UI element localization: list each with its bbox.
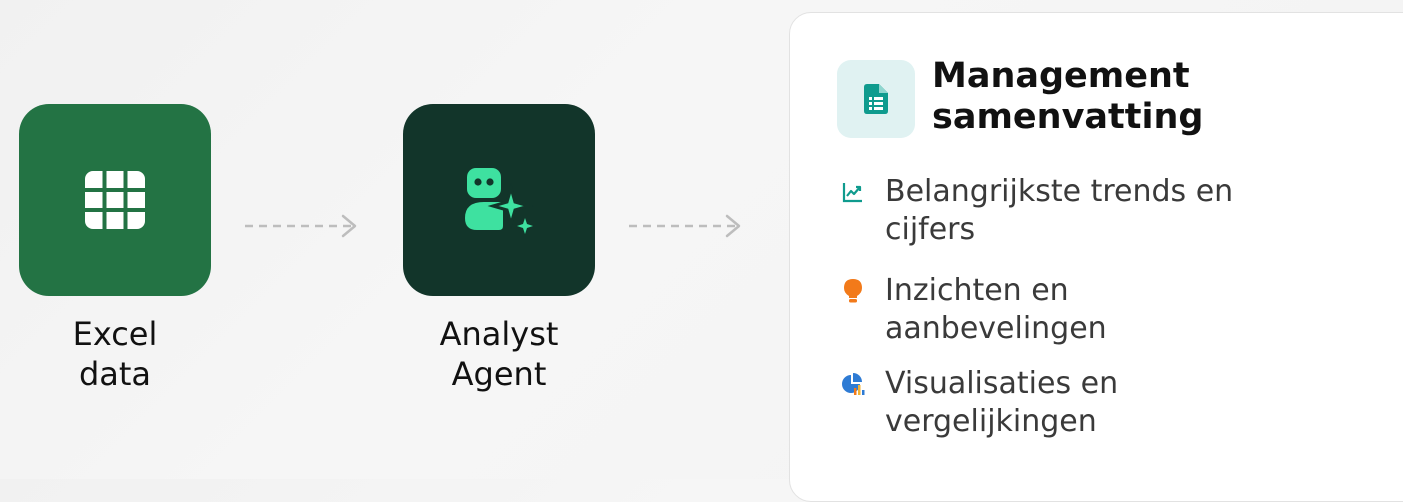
robot-sparkle-icon xyxy=(465,168,535,234)
analyst-agent-label: Analyst Agent xyxy=(403,314,595,394)
lightbulb-icon xyxy=(838,276,868,306)
trend-chart-icon xyxy=(838,177,868,207)
document-icon-tile xyxy=(837,60,915,138)
excel-data-node xyxy=(19,104,211,296)
agent-label-line-1: Analyst xyxy=(439,315,559,353)
bullet-trends-line-1: Belangrijkste trends en xyxy=(885,174,1234,209)
excel-label-line-2: data xyxy=(78,355,152,393)
bullet-visualizations-line-1: Visualisaties en xyxy=(885,366,1119,401)
card-title: Management samenvatting xyxy=(932,56,1392,138)
bullet-insights-line-1: Inzichten en xyxy=(885,273,1069,308)
flow-arrow-1 xyxy=(245,214,357,238)
excel-data-label: Excel data xyxy=(19,314,211,394)
flow-arrow-2 xyxy=(629,214,741,238)
bullet-visualizations-line-2: vergelijkingen xyxy=(885,404,1097,439)
analyst-agent-node xyxy=(403,104,595,296)
pie-chart-icon xyxy=(838,369,868,399)
grid-icon xyxy=(84,170,146,230)
document-icon xyxy=(864,84,888,114)
agent-label-line-2: Agent xyxy=(451,355,547,393)
card-title-line-2: samenvatting xyxy=(932,97,1204,137)
excel-label-line-1: Excel xyxy=(72,315,158,353)
bullet-trends-line-2: cijfers xyxy=(885,212,976,247)
card-title-line-1: Management xyxy=(932,56,1190,96)
bullet-insights-line-2: aanbevelingen xyxy=(885,311,1107,346)
